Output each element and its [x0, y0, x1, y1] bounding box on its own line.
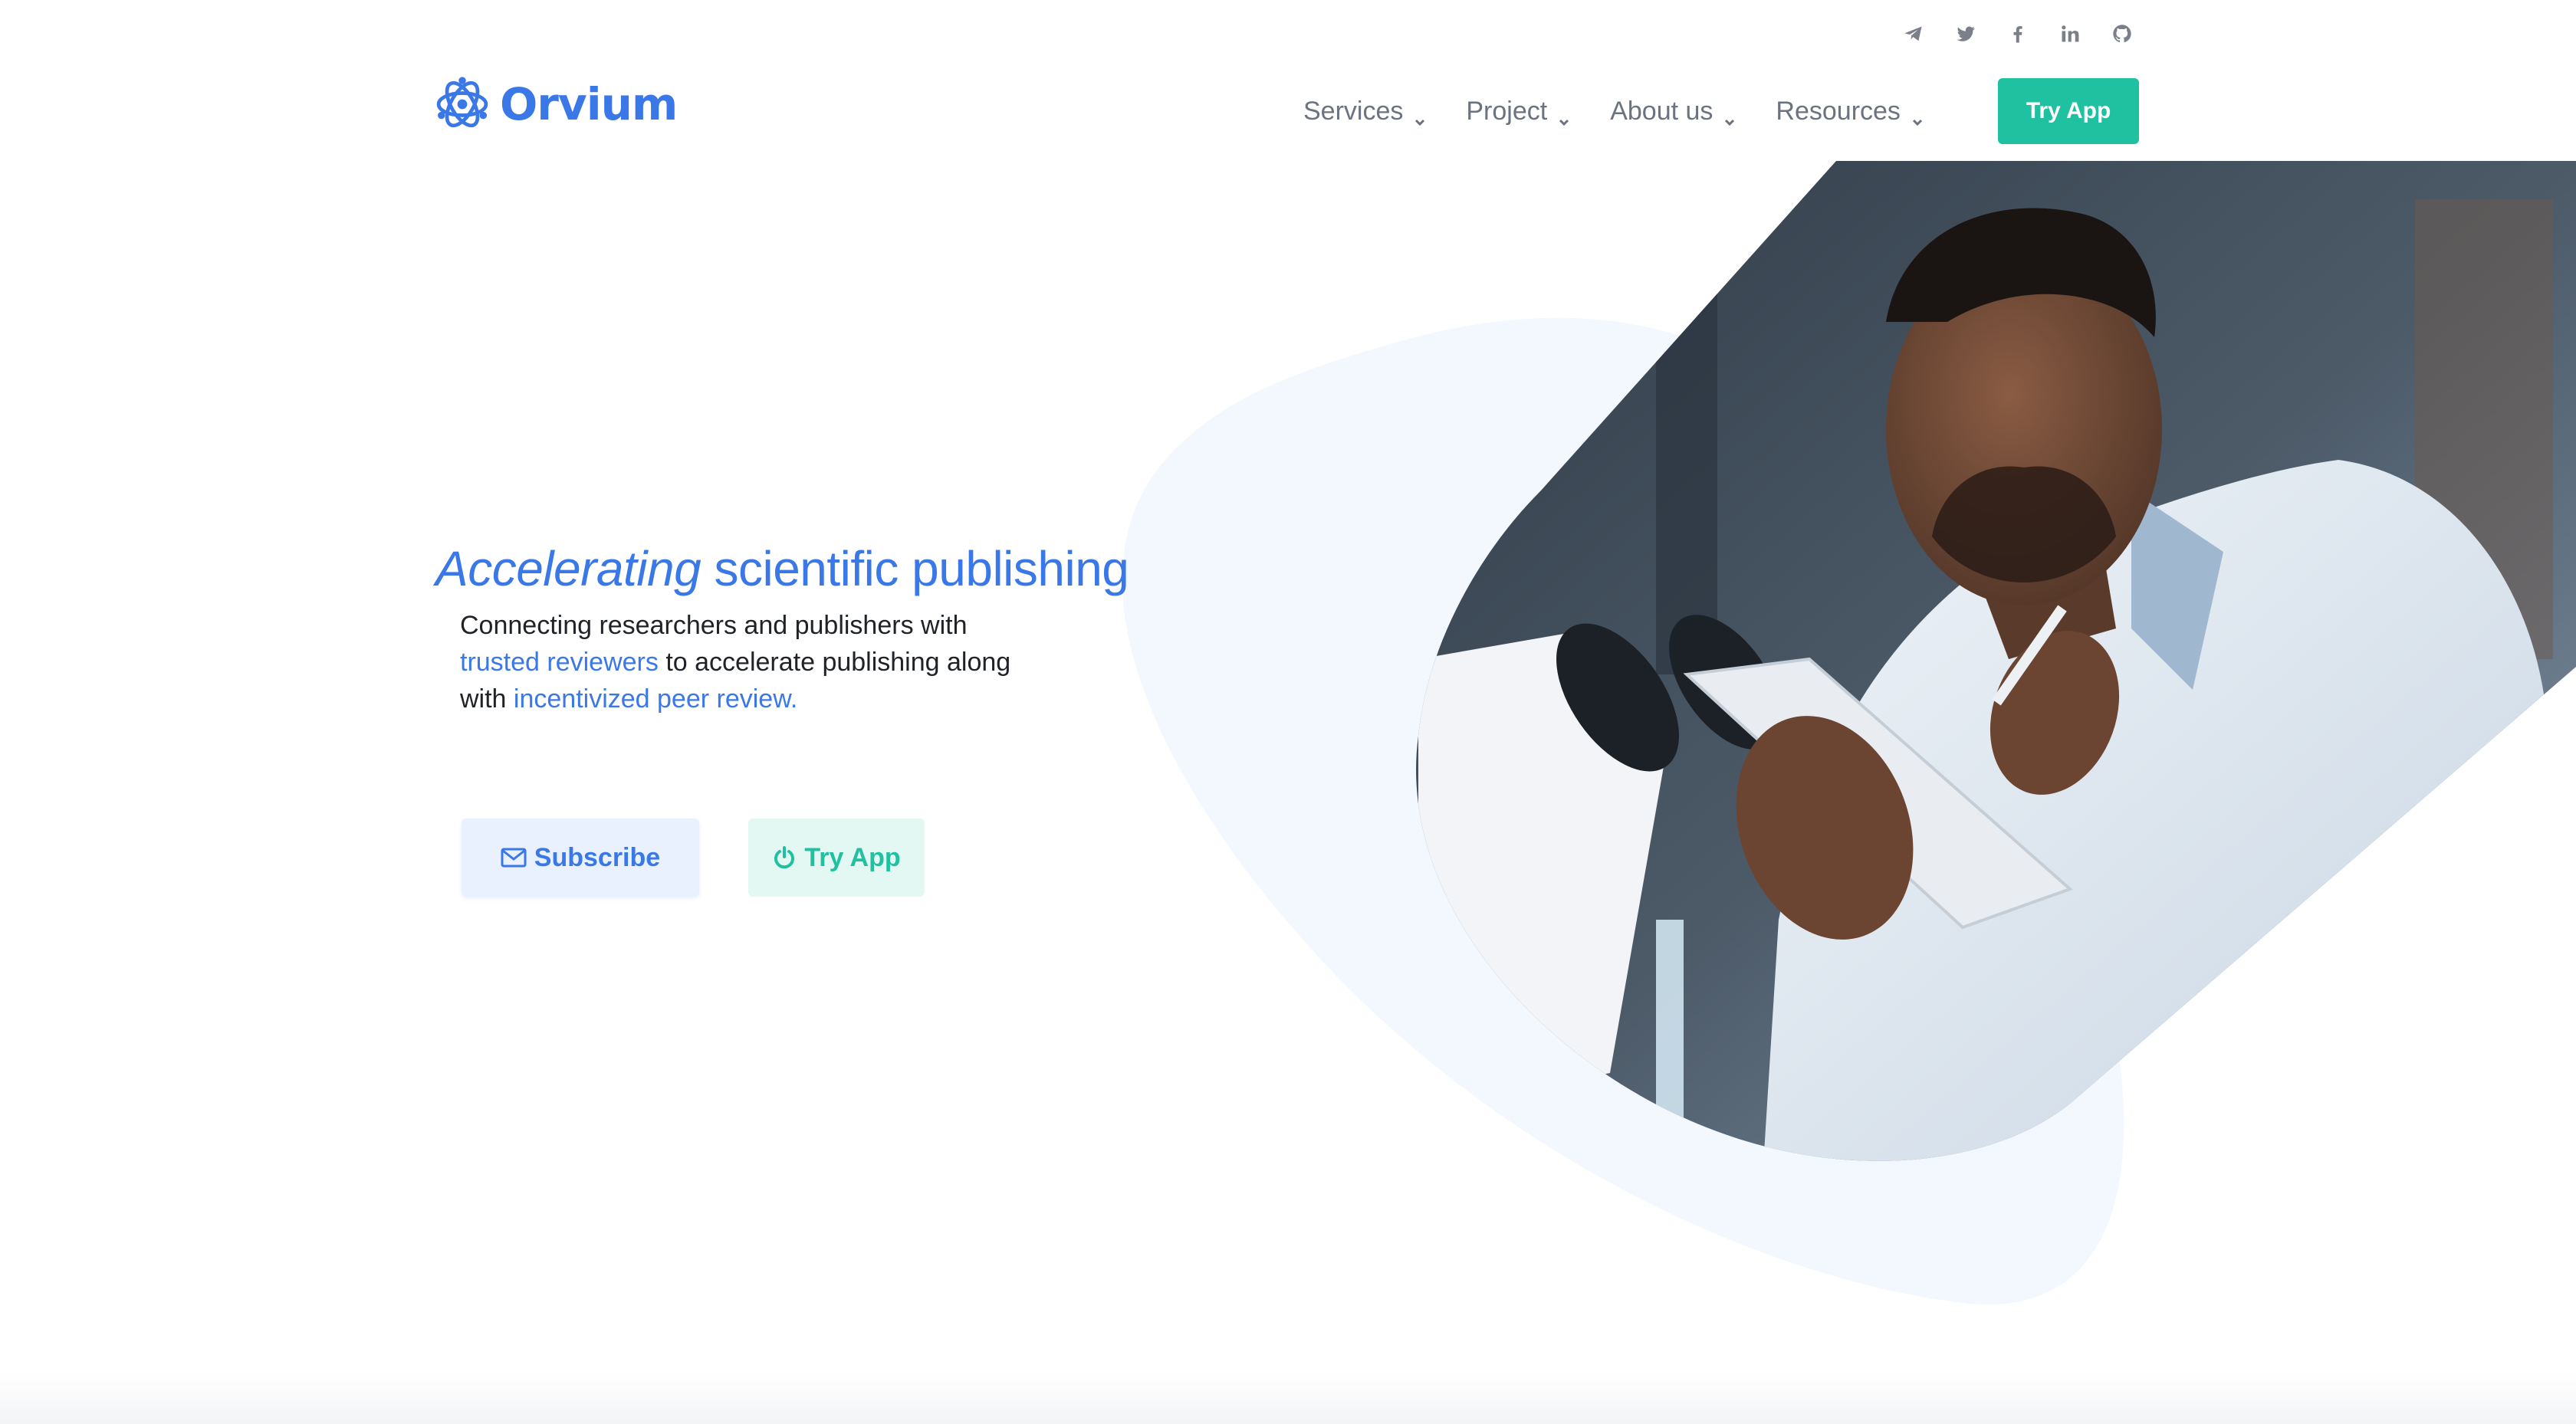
social-links — [1888, 17, 2148, 51]
facebook-icon[interactable] — [1992, 17, 2044, 51]
tryapp-label: Try App — [804, 842, 901, 872]
subscribe-button[interactable]: Subscribe — [462, 819, 699, 897]
chevron-down-icon — [1723, 105, 1736, 126]
telegram-icon[interactable] — [1888, 17, 1940, 51]
subscribe-label: Subscribe — [534, 842, 661, 872]
nav-project-label: Project — [1466, 96, 1548, 126]
envelope-icon — [501, 848, 527, 868]
twitter-icon[interactable] — [1940, 17, 1992, 51]
power-icon — [774, 846, 795, 869]
nav-services-label: Services — [1303, 96, 1404, 126]
nav-resources[interactable]: Resources — [1776, 97, 1924, 126]
landing-page: Orvium Services Project About us Resourc… — [0, 0, 2576, 1424]
scientist-photo — [1416, 161, 2576, 1161]
brand-logo[interactable]: Orvium — [434, 74, 678, 135]
hero-illustration — [1122, 161, 2576, 1305]
nav-about-us-label: About us — [1610, 96, 1714, 126]
subtext-part-1: Connecting researchers and publishers wi… — [460, 611, 968, 640]
section-divider — [0, 1372, 2576, 1424]
headline-rest: scientific publishing — [701, 540, 1129, 596]
github-icon[interactable] — [2096, 17, 2148, 51]
nav-project[interactable]: Project — [1466, 97, 1570, 126]
chevron-down-icon — [1911, 105, 1924, 126]
nav-resources-label: Resources — [1776, 96, 1901, 126]
headline-emphasis: Accelerating — [435, 540, 702, 596]
brand-name: Orvium — [500, 78, 678, 130]
main-nav: Services Project About us Resources — [1303, 78, 1963, 144]
linkedin-icon[interactable] — [2044, 17, 2096, 51]
hero-headline: Accelerating scientific publishing — [435, 540, 1129, 597]
trusted-reviewers-link[interactable]: trusted reviewers — [460, 648, 659, 677]
chevron-down-icon — [1414, 105, 1426, 126]
nav-about-us[interactable]: About us — [1610, 97, 1736, 126]
hero-subtext: Connecting researchers and publishers wi… — [460, 607, 1043, 717]
incentivized-peer-review-link[interactable]: incentivized peer review. — [514, 684, 797, 714]
header-try-app-button[interactable]: Try App — [1998, 78, 2139, 144]
orvium-logo-icon — [436, 77, 488, 128]
chevron-down-icon — [1558, 105, 1570, 126]
hero-try-app-button[interactable]: Try App — [748, 819, 925, 897]
background-blob — [1122, 317, 2124, 1305]
nav-services[interactable]: Services — [1303, 97, 1426, 126]
